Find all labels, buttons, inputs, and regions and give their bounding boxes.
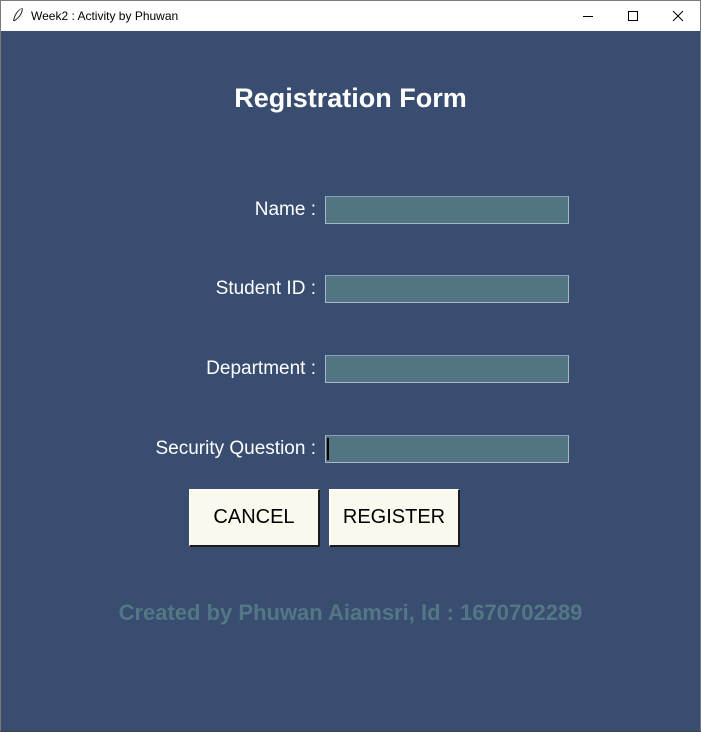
window-title: Week2 : Activity by Phuwan: [31, 9, 179, 23]
register-button[interactable]: REGISTER: [329, 489, 460, 547]
app-window: Week2 : Activity by Phuwan Registration …: [0, 0, 701, 732]
department-label: Department :: [206, 358, 316, 379]
cancel-button[interactable]: CANCEL: [189, 489, 320, 547]
form-panel: Registration Form Name : Student ID : De…: [1, 31, 700, 731]
title-bar[interactable]: Week2 : Activity by Phuwan: [1, 1, 700, 31]
name-input[interactable]: [325, 196, 569, 224]
student-id-input[interactable]: [325, 275, 569, 303]
close-icon: [672, 10, 684, 22]
student-id-label: Student ID :: [215, 278, 316, 299]
security-question-input[interactable]: [325, 435, 569, 463]
maximize-icon: [627, 10, 639, 22]
close-button[interactable]: [655, 1, 701, 31]
minimize-button[interactable]: [565, 1, 611, 31]
name-label: Name :: [254, 199, 316, 220]
feather-icon: [11, 7, 25, 23]
minimize-icon: [582, 10, 594, 22]
security-question-label: Security Question :: [155, 438, 316, 459]
credits-text: Created by Phuwan Aiamsri, Id : 16707022…: [118, 600, 583, 625]
text-cursor: [327, 438, 329, 460]
form-heading: Registration Form: [234, 83, 467, 113]
maximize-button[interactable]: [610, 1, 656, 31]
department-input[interactable]: [325, 355, 569, 383]
